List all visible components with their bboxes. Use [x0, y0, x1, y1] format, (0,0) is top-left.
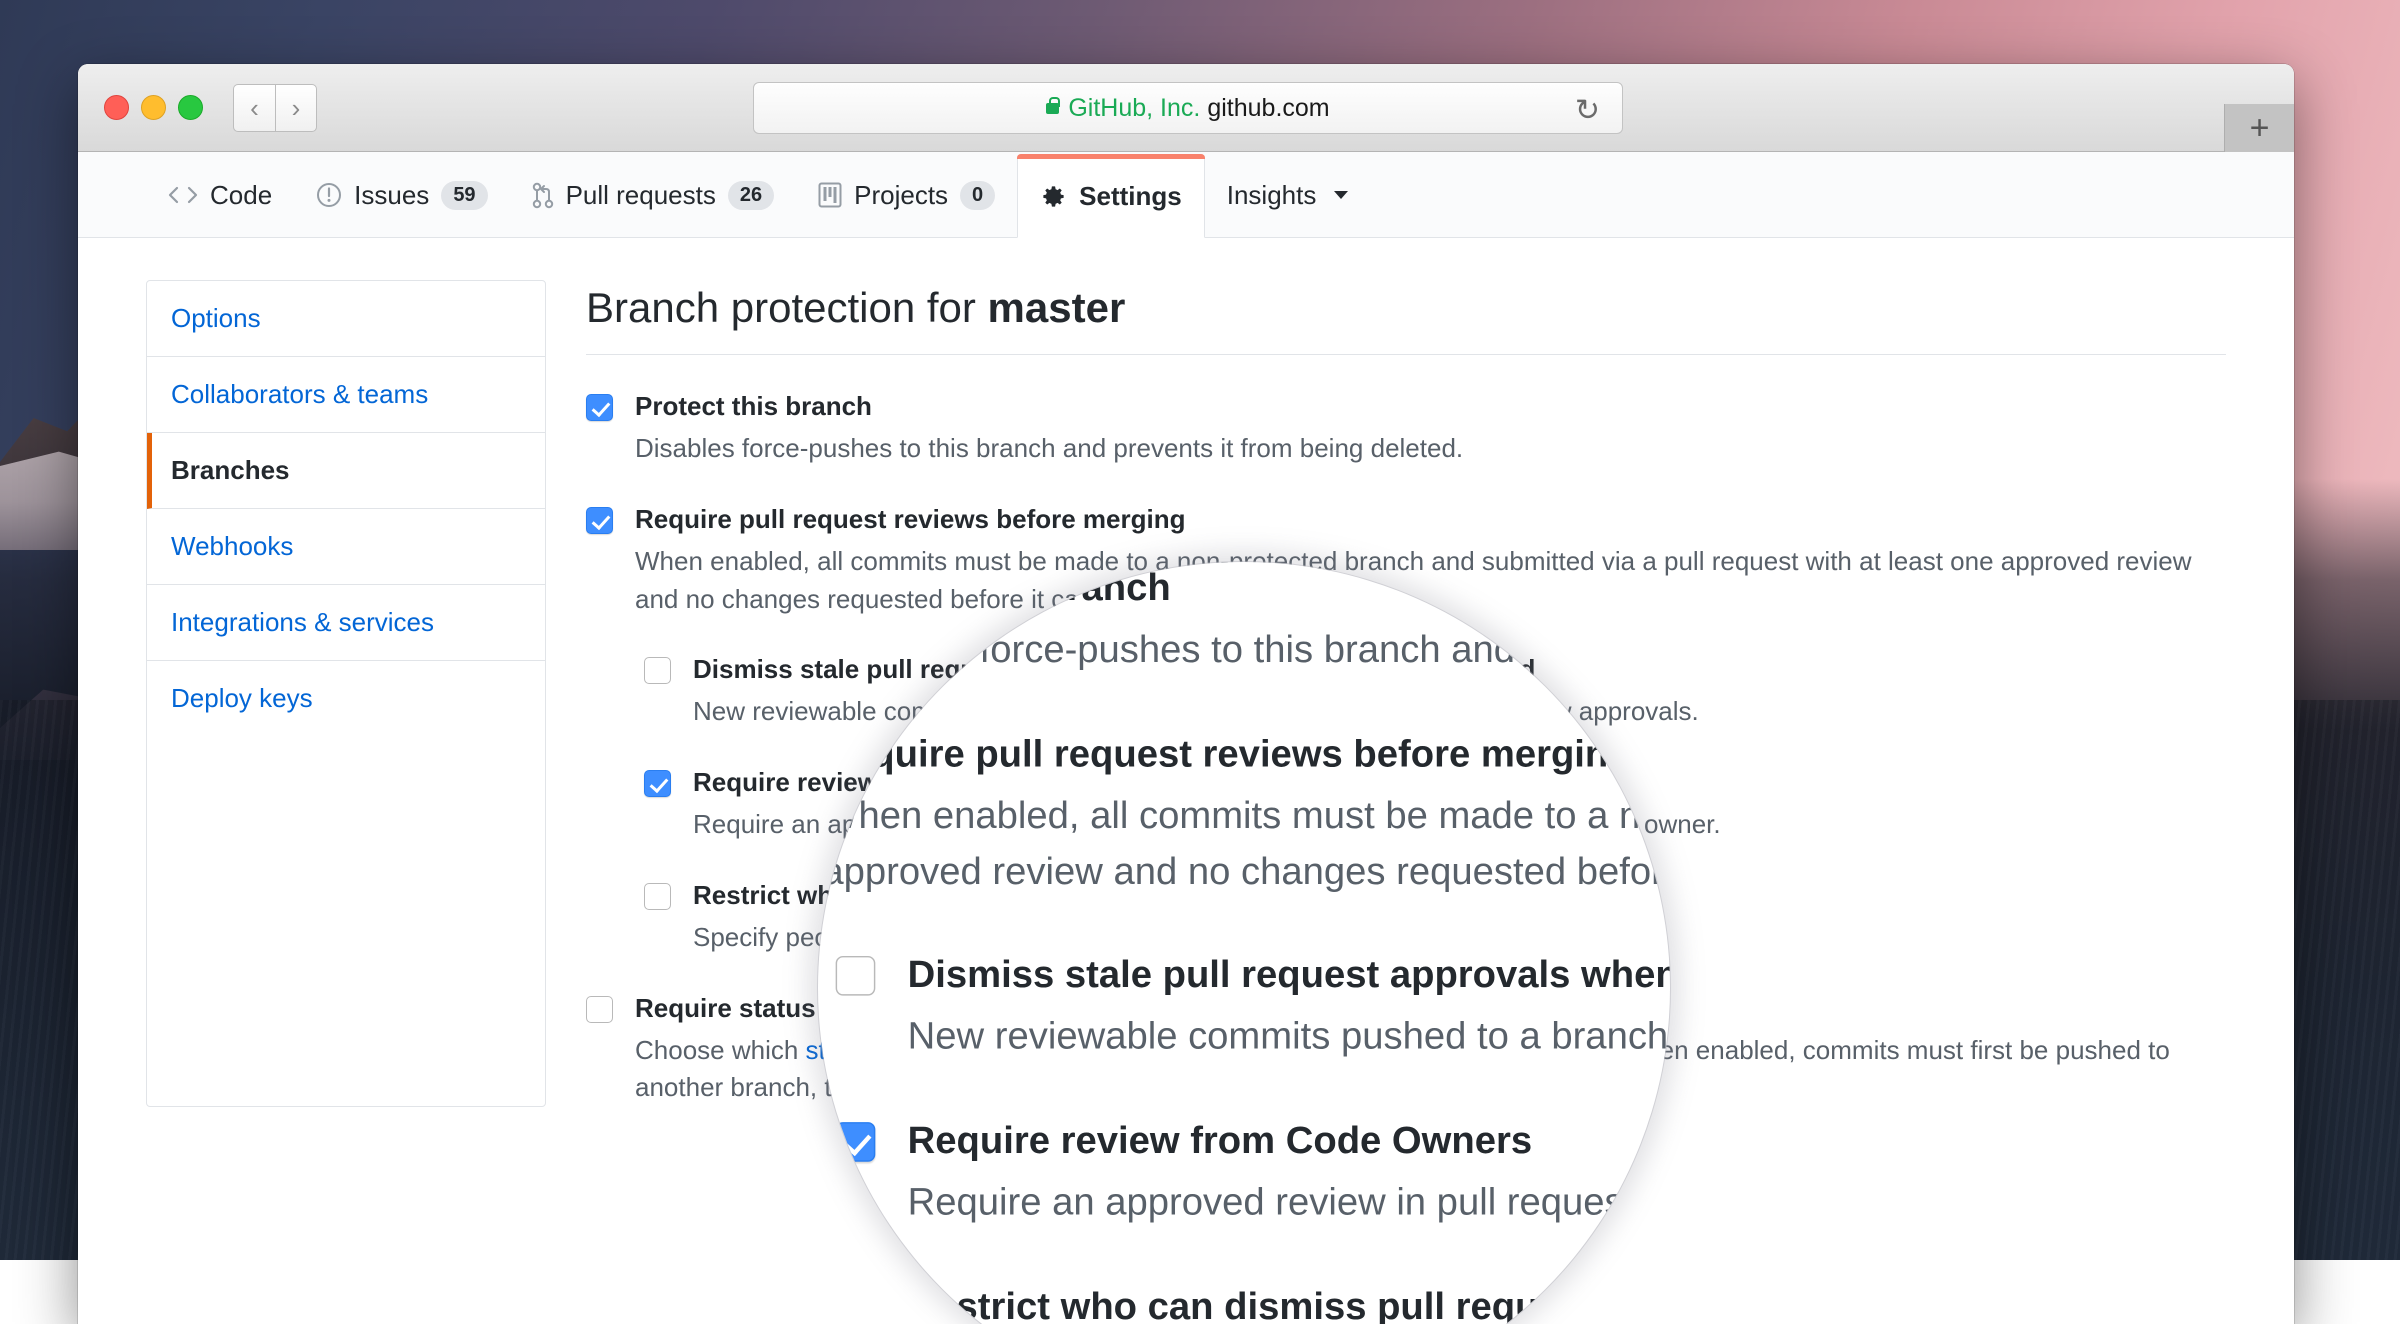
- checkbox-require-code-owner-review[interactable]: [644, 770, 671, 797]
- tab-code[interactable]: Code: [146, 153, 294, 237]
- option-body: Restrict who can dismiss pull request re…: [908, 1281, 1670, 1324]
- option-description-protect-this-branch: Disables force-pushes to this branch and…: [822, 622, 1670, 677]
- option-row-require-pull-request-reviews: Require pull request reviews before merg…: [818, 728, 1670, 899]
- description-text: Choose which: [635, 1035, 806, 1065]
- sidebar-item-options[interactable]: Options: [147, 281, 545, 357]
- checkbox-dismiss-stale-approvals[interactable]: [644, 657, 671, 684]
- close-button[interactable]: [104, 95, 129, 120]
- option-label-restrict-dismiss-reviews[interactable]: Restrict who can dismiss pull request re…: [908, 1281, 1670, 1324]
- checkbox-restrict-dismiss-reviews[interactable]: [836, 1288, 876, 1324]
- window-controls: [104, 95, 203, 120]
- sidebar-item-deploy-keys[interactable]: Deploy keys: [147, 661, 545, 736]
- address-bar[interactable]: GitHub, Inc. github.com ↻: [753, 82, 1623, 134]
- settings-sidebar: Options Collaborators & teams Branches W…: [146, 280, 546, 1107]
- maximize-button[interactable]: [178, 95, 203, 120]
- option-label-require-pull-request-reviews[interactable]: Require pull request reviews before merg…: [635, 502, 2226, 537]
- option-label-dismiss-stale-approvals[interactable]: Dismiss stale pull request approvals whe…: [908, 949, 1670, 1001]
- tab-label: Insights: [1227, 180, 1317, 211]
- pull-requests-count-badge: 26: [728, 181, 774, 210]
- option-row-protect-this-branch: Protect this branch Disables force-pushes…: [586, 389, 2226, 468]
- navigation-buttons: ‹ ›: [233, 84, 317, 132]
- option-label-require-pull-request-reviews[interactable]: Require pull request reviews before merg…: [822, 728, 1670, 780]
- checkbox-require-status-checks[interactable]: [586, 996, 613, 1023]
- github-page: Code Issues 59 Pull requests 26: [78, 152, 2294, 1324]
- chevron-down-icon: [1334, 191, 1348, 199]
- sidebar-item-label: Options: [171, 303, 261, 333]
- sidebar-item-label: Webhooks: [171, 531, 293, 561]
- window-titlebar: ‹ › GitHub, Inc. github.com ↻ +: [78, 64, 2294, 152]
- option-body: Protect this branch Disables force-pushes…: [635, 389, 1463, 468]
- projects-count-badge: 0: [960, 181, 995, 210]
- tab-pull-requests[interactable]: Pull requests 26: [510, 153, 797, 237]
- sidebar-item-branches[interactable]: Branches: [147, 433, 545, 509]
- description-text: When enabled, all commits must be made t…: [822, 793, 1670, 893]
- description-text: Disables force-pushes to this branch and…: [635, 433, 1463, 463]
- description-text: Require an approved review in pull reque…: [908, 1180, 1670, 1224]
- reload-icon[interactable]: ↻: [1575, 96, 1600, 126]
- option-body: Protect this branch Disables force-pushes…: [822, 562, 1670, 678]
- sidebar-item-label: Collaborators & teams: [171, 379, 428, 409]
- option-description-require-code-owner-review: Require an approved review in pull reque…: [908, 1175, 1670, 1230]
- lock-icon: [1046, 103, 1059, 114]
- page-title: Branch protection for master: [586, 284, 2226, 355]
- option-label-require-code-owner-review[interactable]: Require review from Code Owners: [908, 1115, 1670, 1167]
- sidebar-item-collaborators-and-teams[interactable]: Collaborators & teams: [147, 357, 545, 433]
- tab-projects[interactable]: Projects 0: [796, 153, 1017, 237]
- description-text: Disables force-pushes to this branch and…: [822, 627, 1670, 671]
- tab-insights[interactable]: Insights: [1205, 153, 1371, 237]
- repository-nav: Code Issues 59 Pull requests 26: [78, 152, 2294, 238]
- sidebar-item-label: Deploy keys: [171, 683, 313, 713]
- checkbox-require-code-owner-review[interactable]: [836, 1122, 876, 1162]
- option-body: Require pull request reviews before merg…: [822, 728, 1670, 899]
- code-icon: [168, 183, 198, 207]
- minimize-button[interactable]: [141, 95, 166, 120]
- gear-icon: [1040, 183, 1067, 210]
- checkbox-dismiss-stale-approvals[interactable]: [836, 956, 876, 996]
- certificate-org: GitHub, Inc.: [1068, 94, 1200, 123]
- page-title-prefix: Branch protection for: [586, 284, 988, 331]
- git-pull-request-icon: [532, 182, 554, 209]
- option-label-protect-this-branch[interactable]: Protect this branch: [822, 562, 1670, 614]
- checkbox-restrict-dismiss-reviews[interactable]: [644, 883, 671, 910]
- sidebar-item-webhooks[interactable]: Webhooks: [147, 509, 545, 585]
- option-row-dismiss-stale-approvals: Dismiss stale pull request approvals whe…: [836, 949, 1670, 1065]
- tab-settings[interactable]: Settings: [1017, 154, 1205, 238]
- option-row-restrict-dismiss-reviews: Restrict who can dismiss pull request re…: [836, 1281, 1670, 1324]
- option-label-protect-this-branch[interactable]: Protect this branch: [635, 389, 1463, 424]
- safari-window: ‹ › GitHub, Inc. github.com ↻ + Code: [78, 64, 2294, 1324]
- sidebar-item-label: Branches: [171, 455, 290, 485]
- back-button[interactable]: ‹: [233, 84, 275, 132]
- option-description-protect-this-branch: Disables force-pushes to this branch and…: [635, 430, 1463, 468]
- tab-label: Projects: [854, 180, 948, 211]
- issues-count-badge: 59: [441, 181, 487, 210]
- tab-label: Pull requests: [566, 180, 716, 211]
- tab-label: Settings: [1079, 181, 1182, 212]
- checkbox-protect-this-branch[interactable]: [586, 394, 613, 421]
- magnified-options-list: Protect this branch Disables force-pushes…: [818, 562, 1670, 1324]
- page-title-branch: master: [988, 284, 1126, 331]
- option-row-require-code-owner-review: Require review from Code Owners Require a…: [836, 1115, 1670, 1231]
- checkbox-require-pull-request-reviews[interactable]: [586, 507, 613, 534]
- sidebar-item-label: Integrations & services: [171, 607, 434, 637]
- sidebar-item-integrations-and-services[interactable]: Integrations & services: [147, 585, 545, 661]
- magnifier-content: Protect this branch Disables force-pushes…: [818, 562, 1670, 1324]
- project-icon: [818, 182, 842, 208]
- option-body: Require review from Code Owners Require a…: [908, 1115, 1670, 1231]
- tab-label: Issues: [354, 180, 429, 211]
- new-tab-button[interactable]: +: [2224, 104, 2294, 152]
- description-text: New reviewable commits pushed to a branc…: [908, 1014, 1670, 1058]
- option-body: Dismiss stale pull request approvals whe…: [908, 949, 1670, 1065]
- magnifier-lens: Protect this branch Disables force-pushes…: [818, 562, 1670, 1324]
- tab-label: Code: [210, 180, 272, 211]
- option-row-protect-this-branch: Protect this branch Disables force-pushes…: [818, 562, 1670, 678]
- forward-button[interactable]: ›: [275, 84, 317, 132]
- tab-issues[interactable]: Issues 59: [294, 153, 509, 237]
- option-description-require-pull-request-reviews: When enabled, all commits must be made t…: [822, 788, 1670, 899]
- option-description-dismiss-stale-approvals: New reviewable commits pushed to a branc…: [908, 1009, 1670, 1064]
- issue-opened-icon: [316, 182, 342, 208]
- url-host: github.com: [1207, 94, 1329, 123]
